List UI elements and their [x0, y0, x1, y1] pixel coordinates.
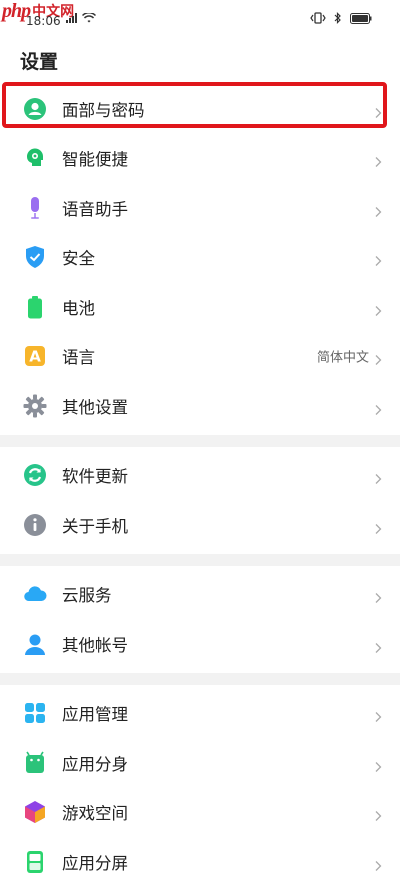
- settings-item-label: 面部与密码: [62, 100, 145, 120]
- settings-item-label: 安全: [62, 249, 95, 269]
- settings-item-cloud[interactable]: 云服务: [0, 570, 400, 620]
- settings-item-label: 应用分身: [62, 754, 128, 774]
- settings-item-label: 智能便捷: [62, 150, 128, 170]
- chevron-right-icon: [375, 252, 382, 267]
- settings-item-label: 软件更新: [62, 467, 128, 487]
- settings-item-label: 应用管理: [62, 705, 128, 725]
- group-divider: [0, 553, 400, 566]
- settings-item-clone[interactable]: 应用分身: [0, 738, 400, 788]
- settings-item-language[interactable]: A 语言 简体中文: [0, 332, 400, 382]
- info-icon: [23, 513, 47, 537]
- settings-list: 面部与密码智能便捷语音助手安全电池 A 语言 简体中文其他设置软件更新关于手机云服务其…: [0, 84, 400, 887]
- chevron-right-icon: [375, 757, 382, 772]
- settings-item-voice[interactable]: 语音助手: [0, 183, 400, 233]
- chevron-right-icon: [375, 638, 382, 653]
- shield-icon: [23, 245, 47, 269]
- chevron-right-icon: [375, 153, 382, 168]
- split-screen-icon: [23, 850, 47, 874]
- settings-item-account[interactable]: 其他帐号: [0, 619, 400, 669]
- vibrate-icon: [310, 12, 326, 24]
- status-left-icons: [66, 13, 96, 23]
- settings-item-update[interactable]: 软件更新: [0, 451, 400, 501]
- status-right-icons: [310, 12, 372, 24]
- chevron-right-icon: [375, 708, 382, 723]
- chevron-right-icon: [375, 351, 382, 366]
- settings-item-label: 其他帐号: [62, 635, 128, 655]
- settings-item-face[interactable]: 面部与密码: [0, 84, 400, 134]
- apps-grid-icon: [23, 701, 47, 725]
- group-divider: [0, 672, 400, 685]
- chevron-right-icon: [375, 103, 382, 118]
- chevron-right-icon: [375, 589, 382, 604]
- settings-item-label: 语言: [62, 348, 95, 368]
- settings-item-label: 应用分屏: [62, 853, 128, 873]
- chevron-right-icon: [375, 301, 382, 316]
- chevron-right-icon: [375, 856, 382, 871]
- settings-item-split[interactable]: 应用分屏: [0, 837, 400, 887]
- settings-item-other[interactable]: 其他设置: [0, 381, 400, 431]
- battery-icon: [23, 295, 47, 319]
- account-icon: [23, 632, 47, 656]
- settings-item-label: 电池: [62, 298, 95, 318]
- settings-item-apps[interactable]: 应用管理: [0, 689, 400, 739]
- chevron-right-icon: [375, 470, 382, 485]
- settings-item-battery[interactable]: 电池: [0, 282, 400, 332]
- wifi-icon: [82, 13, 96, 23]
- microphone-icon: [23, 196, 47, 220]
- smart-head-icon: [23, 146, 47, 170]
- settings-item-value: 简体中文: [316, 350, 369, 366]
- chevron-right-icon: [375, 519, 382, 534]
- chevron-right-icon: [375, 202, 382, 217]
- bluetooth-icon: [334, 12, 341, 24]
- svg-text:A: A: [29, 348, 41, 366]
- chevron-right-icon: [375, 400, 382, 415]
- cube-icon: [23, 800, 47, 824]
- settings-item-label: 关于手机: [62, 516, 128, 536]
- refresh-icon: [23, 463, 47, 487]
- cloud-icon: [23, 582, 47, 606]
- settings-item-label: 语音助手: [62, 199, 128, 219]
- chevron-right-icon: [375, 807, 382, 822]
- group-divider: [0, 434, 400, 447]
- status-bar: php 中文网 18:06: [0, 0, 400, 40]
- settings-item-label: 游戏空间: [62, 804, 128, 824]
- android-icon: [23, 751, 47, 775]
- person-icon: [23, 97, 47, 121]
- settings-item-smart[interactable]: 智能便捷: [0, 134, 400, 184]
- language-a-icon: A: [23, 344, 47, 368]
- page-title: 设置: [20, 51, 59, 73]
- status-time: 18:06: [26, 14, 61, 28]
- settings-item-about[interactable]: 关于手机: [0, 500, 400, 550]
- signal-icon: [66, 13, 77, 23]
- settings-item-gamespace[interactable]: 游戏空间: [0, 788, 400, 838]
- settings-item-label: 云服务: [62, 586, 112, 606]
- settings-item-security[interactable]: 安全: [0, 233, 400, 283]
- gear-icon: [23, 394, 47, 418]
- settings-item-label: 其他设置: [62, 397, 128, 417]
- battery-status-icon: [350, 12, 372, 24]
